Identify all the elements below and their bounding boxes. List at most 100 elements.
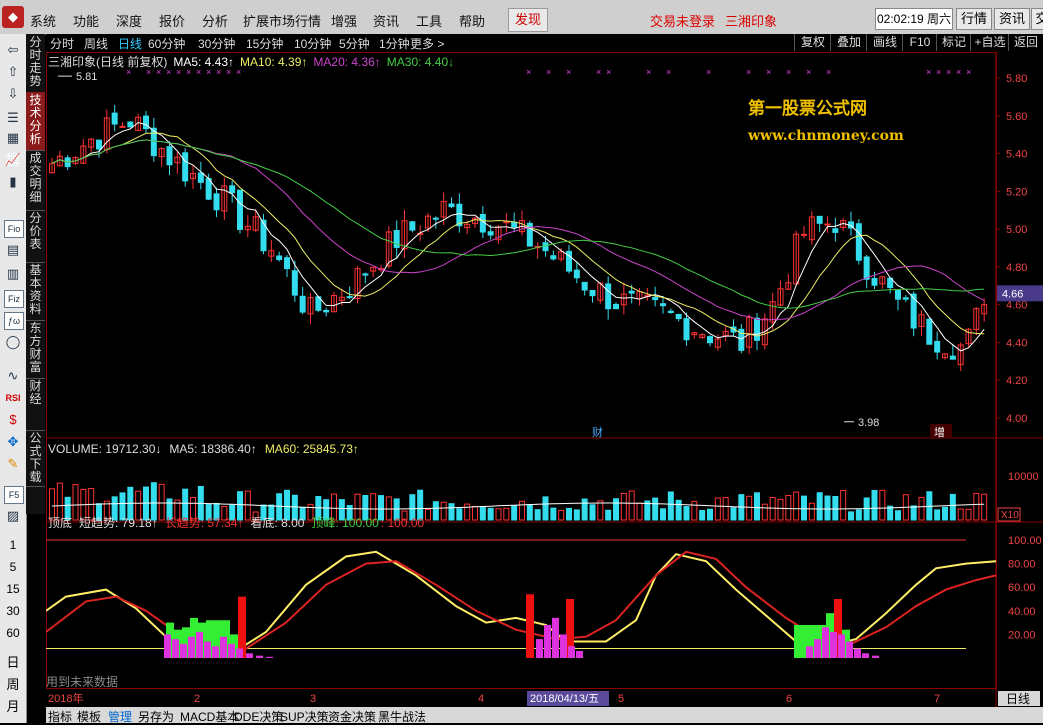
toolbar-btn-6[interactable]: 返回: [1008, 34, 1043, 51]
app-logo-icon[interactable]: ◆: [2, 6, 24, 28]
period-tab-2[interactable]: 日线: [118, 35, 142, 52]
menu-extended-market[interactable]: 扩展市场行情: [243, 11, 321, 30]
bottom-tab-4[interactable]: MACD基本: [180, 708, 239, 725]
vtab-7[interactable]: 公式下载: [26, 430, 45, 487]
toolbar-btn-2[interactable]: 画线: [866, 34, 903, 51]
x-axis-label: 4: [478, 693, 484, 705]
move-icon[interactable]: ✥: [4, 434, 22, 450]
toolbar-btn-0[interactable]: 复权: [794, 34, 831, 51]
menu-depth[interactable]: 深度: [116, 11, 142, 30]
period-number-60[interactable]: 60: [0, 626, 26, 640]
toolbar-btn-3[interactable]: F10: [902, 34, 937, 51]
f10-icon[interactable]: Fio: [4, 220, 24, 238]
period-tab-1[interactable]: 周线: [84, 35, 108, 52]
menu-quote[interactable]: 报价: [159, 11, 185, 30]
period-tab-8[interactable]: 1分钟: [379, 35, 410, 52]
price-panel-title: 三湘印象(日线 前复权) MA5: 4.43↑ MA10: 4.39↑ MA20: 4…: [48, 54, 454, 69]
svg-text:×: ×: [566, 67, 571, 77]
period-tab-9[interactable]: 更多 >: [410, 35, 444, 52]
period-short-0[interactable]: 日: [0, 652, 26, 671]
vtab-3[interactable]: 分价表: [26, 210, 45, 263]
bottom-tab-3[interactable]: 另存为: [138, 708, 174, 725]
period-short-1[interactable]: 周: [0, 674, 26, 693]
quote-button[interactable]: 行情: [956, 8, 992, 30]
vtab-4[interactable]: 基本资料: [26, 262, 45, 321]
volume-bar: [613, 498, 619, 521]
volume-bar: [597, 500, 604, 521]
menu-system[interactable]: 系统: [30, 11, 56, 30]
toolbar-btn-1[interactable]: 叠加: [830, 34, 867, 51]
vtab-1[interactable]: 技术分析: [26, 92, 45, 151]
candle-body: [816, 215, 823, 224]
finance-marker[interactable]: 财: [592, 425, 603, 439]
period-tab-6[interactable]: 10分钟: [294, 35, 331, 52]
grid-icon[interactable]: ▦: [4, 130, 22, 146]
period-tab-0[interactable]: 分时: [50, 35, 74, 52]
bottom-tab-8[interactable]: 黑牛战法: [378, 708, 426, 725]
vtab-5[interactable]: 东方财富: [26, 320, 45, 379]
svg-text:×: ×: [146, 67, 151, 77]
period-tab-4[interactable]: 30分钟: [198, 35, 235, 52]
list-icon[interactable]: ☰: [4, 110, 22, 126]
volume-bar: [589, 504, 596, 521]
finance-icon[interactable]: Fiz: [4, 290, 24, 308]
bottom-tab-6[interactable]: SUP决策: [280, 708, 329, 725]
f5-icon[interactable]: F5: [4, 486, 24, 504]
menu-function[interactable]: 功能: [73, 11, 99, 30]
down-arrow-icon[interactable]: ⇩: [4, 86, 22, 102]
bottom-tab-1[interactable]: 模板: [77, 708, 101, 725]
bottom-tab-2[interactable]: 管理: [108, 708, 132, 725]
menu-news[interactable]: 资讯: [373, 11, 399, 30]
signal-bar-magenta: [204, 641, 211, 658]
back-arrow-icon[interactable]: ⇦: [4, 42, 22, 58]
vtab-0[interactable]: 分时走势: [26, 34, 45, 93]
signal-bar-magenta: [830, 632, 837, 658]
rsi-icon[interactable]: RSI: [4, 390, 22, 406]
circle-icon[interactable]: ◯: [4, 334, 22, 350]
document-icon[interactable]: ▤: [4, 242, 22, 258]
vtab-6[interactable]: 财经: [26, 378, 45, 431]
price-legend-ma20: MA20: 4.36↑: [313, 55, 380, 69]
toolbar-btn-5[interactable]: +自选: [970, 34, 1009, 51]
fund-icon[interactable]: ▥: [4, 266, 22, 282]
toolbar-btn-4[interactable]: 标记: [936, 34, 971, 51]
bottom-tab-5[interactable]: DDE决策: [234, 708, 283, 725]
volume-bar: [464, 503, 471, 521]
volume-bar: [150, 482, 157, 521]
image-icon[interactable]: ▨: [4, 508, 22, 524]
menu-enhance[interactable]: 增强: [331, 11, 357, 30]
period-tab-3[interactable]: 60分钟: [148, 35, 185, 52]
period-short-2[interactable]: 月: [0, 696, 26, 715]
period-number-15[interactable]: 15: [0, 582, 26, 596]
news-button[interactable]: 资讯: [994, 8, 1030, 30]
signal-bar-magenta: [854, 648, 861, 658]
period-indicator[interactable]: 日线: [1006, 692, 1030, 706]
period-tab-7[interactable]: 5分钟: [339, 35, 370, 52]
candle-chart-icon[interactable]: ▮: [4, 174, 22, 190]
menu-help[interactable]: 帮助: [459, 11, 485, 30]
wave-icon[interactable]: ∿: [4, 368, 22, 384]
menu-analysis[interactable]: 分析: [202, 11, 228, 30]
stock-chart[interactable]: 5.80 5.60 5.40 5.20 5.00 4.80 4.60 4.40 4.20 4.00…: [46, 52, 1043, 707]
discover-button[interactable]: 发现: [508, 8, 548, 32]
increase-marker[interactable]: 增: [934, 425, 945, 439]
volume-bar: [487, 507, 494, 521]
line-chart-icon[interactable]: 📈: [4, 152, 22, 168]
trade-login-status[interactable]: 交易未登录: [650, 11, 715, 30]
dollar-icon[interactable]: $: [4, 412, 22, 428]
period-number-5[interactable]: 5: [0, 560, 26, 574]
pencil-icon[interactable]: ✎: [4, 456, 22, 472]
candlesticks: [49, 105, 988, 372]
period-number-30[interactable]: 30: [0, 604, 26, 618]
bottom-tab-0[interactable]: 指标: [48, 708, 72, 725]
formula-icon[interactable]: ƒω: [4, 312, 24, 330]
candle-body: [111, 112, 118, 125]
candle-body: [895, 290, 901, 300]
vtab-2[interactable]: 成交明细: [26, 150, 45, 211]
trade-button[interactable]: 交: [1031, 8, 1043, 30]
bottom-tab-7[interactable]: 资金决策: [328, 708, 376, 725]
period-number-1[interactable]: 1: [0, 538, 26, 552]
period-tab-5[interactable]: 15分钟: [246, 35, 283, 52]
up-arrow-icon[interactable]: ⇧: [4, 64, 22, 80]
menu-tools[interactable]: 工具: [416, 11, 442, 30]
